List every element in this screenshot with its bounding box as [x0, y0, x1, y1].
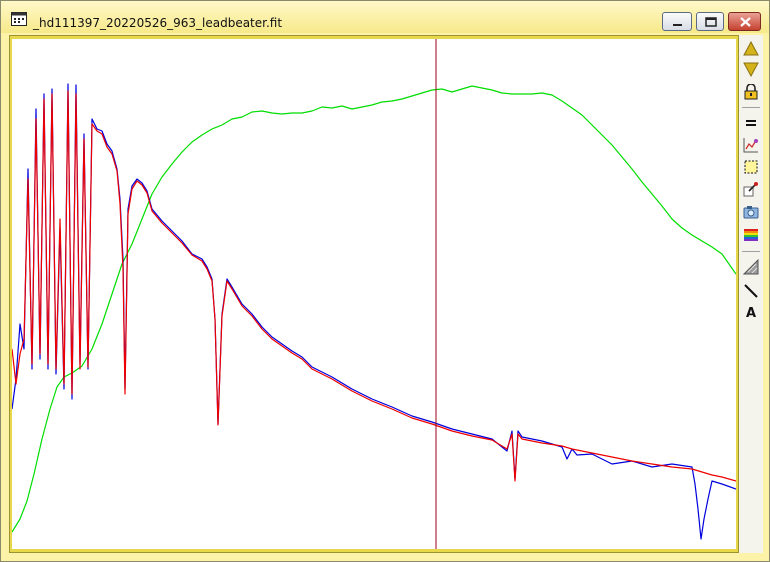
- minimize-button[interactable]: [662, 12, 692, 31]
- camera-icon: [743, 206, 759, 219]
- snapshot-button[interactable]: [741, 202, 761, 222]
- title-bar[interactable]: _hd111397_20220526_963_leadbeater.fit: [1, 1, 769, 33]
- series-line-0: [12, 85, 736, 533]
- text-tool-button[interactable]: A: [741, 304, 761, 324]
- color-palette-button[interactable]: [741, 225, 761, 245]
- close-icon: [740, 17, 751, 27]
- equals-icon: [746, 120, 756, 126]
- series-line-2: [12, 90, 736, 482]
- minimize-icon: [673, 24, 682, 26]
- arrow-up-icon: [743, 41, 759, 56]
- toolbar-separator: [742, 251, 760, 252]
- lock-icon: [744, 84, 758, 100]
- plot-options-button[interactable]: [741, 135, 761, 155]
- arrow-down-icon: [743, 62, 759, 77]
- selection-icon: [744, 160, 758, 174]
- spectrum-plot[interactable]: [12, 39, 736, 549]
- document-icon: [11, 11, 27, 26]
- chart-settings-icon: [743, 138, 758, 153]
- text-tool-label: A: [745, 306, 757, 321]
- line-icon: [744, 284, 758, 298]
- scroll-down-button[interactable]: [741, 59, 761, 79]
- line-tool-button[interactable]: [741, 281, 761, 301]
- scroll-up-button[interactable]: [741, 39, 761, 59]
- gradient-icon: [743, 259, 759, 275]
- pick-tool-button[interactable]: [741, 179, 761, 199]
- window-title: _hd111397_20220526_963_leadbeater.fit: [33, 16, 283, 30]
- eyedropper-icon: [743, 182, 758, 197]
- vertical-toolbar: A: [739, 35, 763, 553]
- maximize-icon: [705, 17, 717, 27]
- gradient-tool-button[interactable]: [741, 257, 761, 277]
- select-region-button[interactable]: [741, 157, 761, 177]
- maximize-button[interactable]: [696, 12, 724, 31]
- spectrum-window: _hd111397_20220526_963_leadbeater.fit A: [0, 0, 770, 562]
- equalize-button[interactable]: [741, 113, 761, 133]
- lock-button[interactable]: [741, 82, 761, 102]
- spectrum-chart[interactable]: [12, 39, 736, 549]
- close-button[interactable]: [728, 12, 761, 31]
- series-line-1: [12, 83, 736, 540]
- rainbow-icon: [744, 229, 758, 241]
- toolbar-separator: [742, 107, 760, 108]
